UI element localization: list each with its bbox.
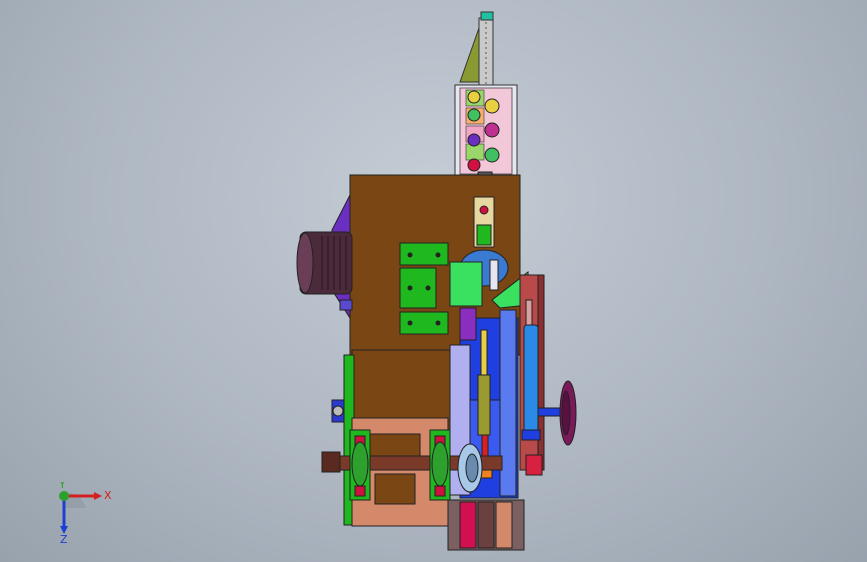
x-axis-label: X [104, 489, 112, 502]
small-connector [473, 196, 495, 248]
top-roller-block [454, 84, 518, 185]
cad-viewport[interactable]: X Y Z [0, 0, 867, 562]
x-arrow-icon [94, 492, 102, 500]
z-axis-label: Z [60, 533, 68, 544]
cad-model[interactable] [0, 0, 867, 562]
motor [296, 231, 353, 295]
top-guide-rail [459, 11, 494, 89]
bottom-block [447, 499, 525, 551]
pulley [457, 443, 483, 493]
y-axis-label: Y [58, 482, 66, 491]
axis-triad: X Y Z [58, 482, 112, 544]
y-axis-icon [59, 491, 69, 501]
